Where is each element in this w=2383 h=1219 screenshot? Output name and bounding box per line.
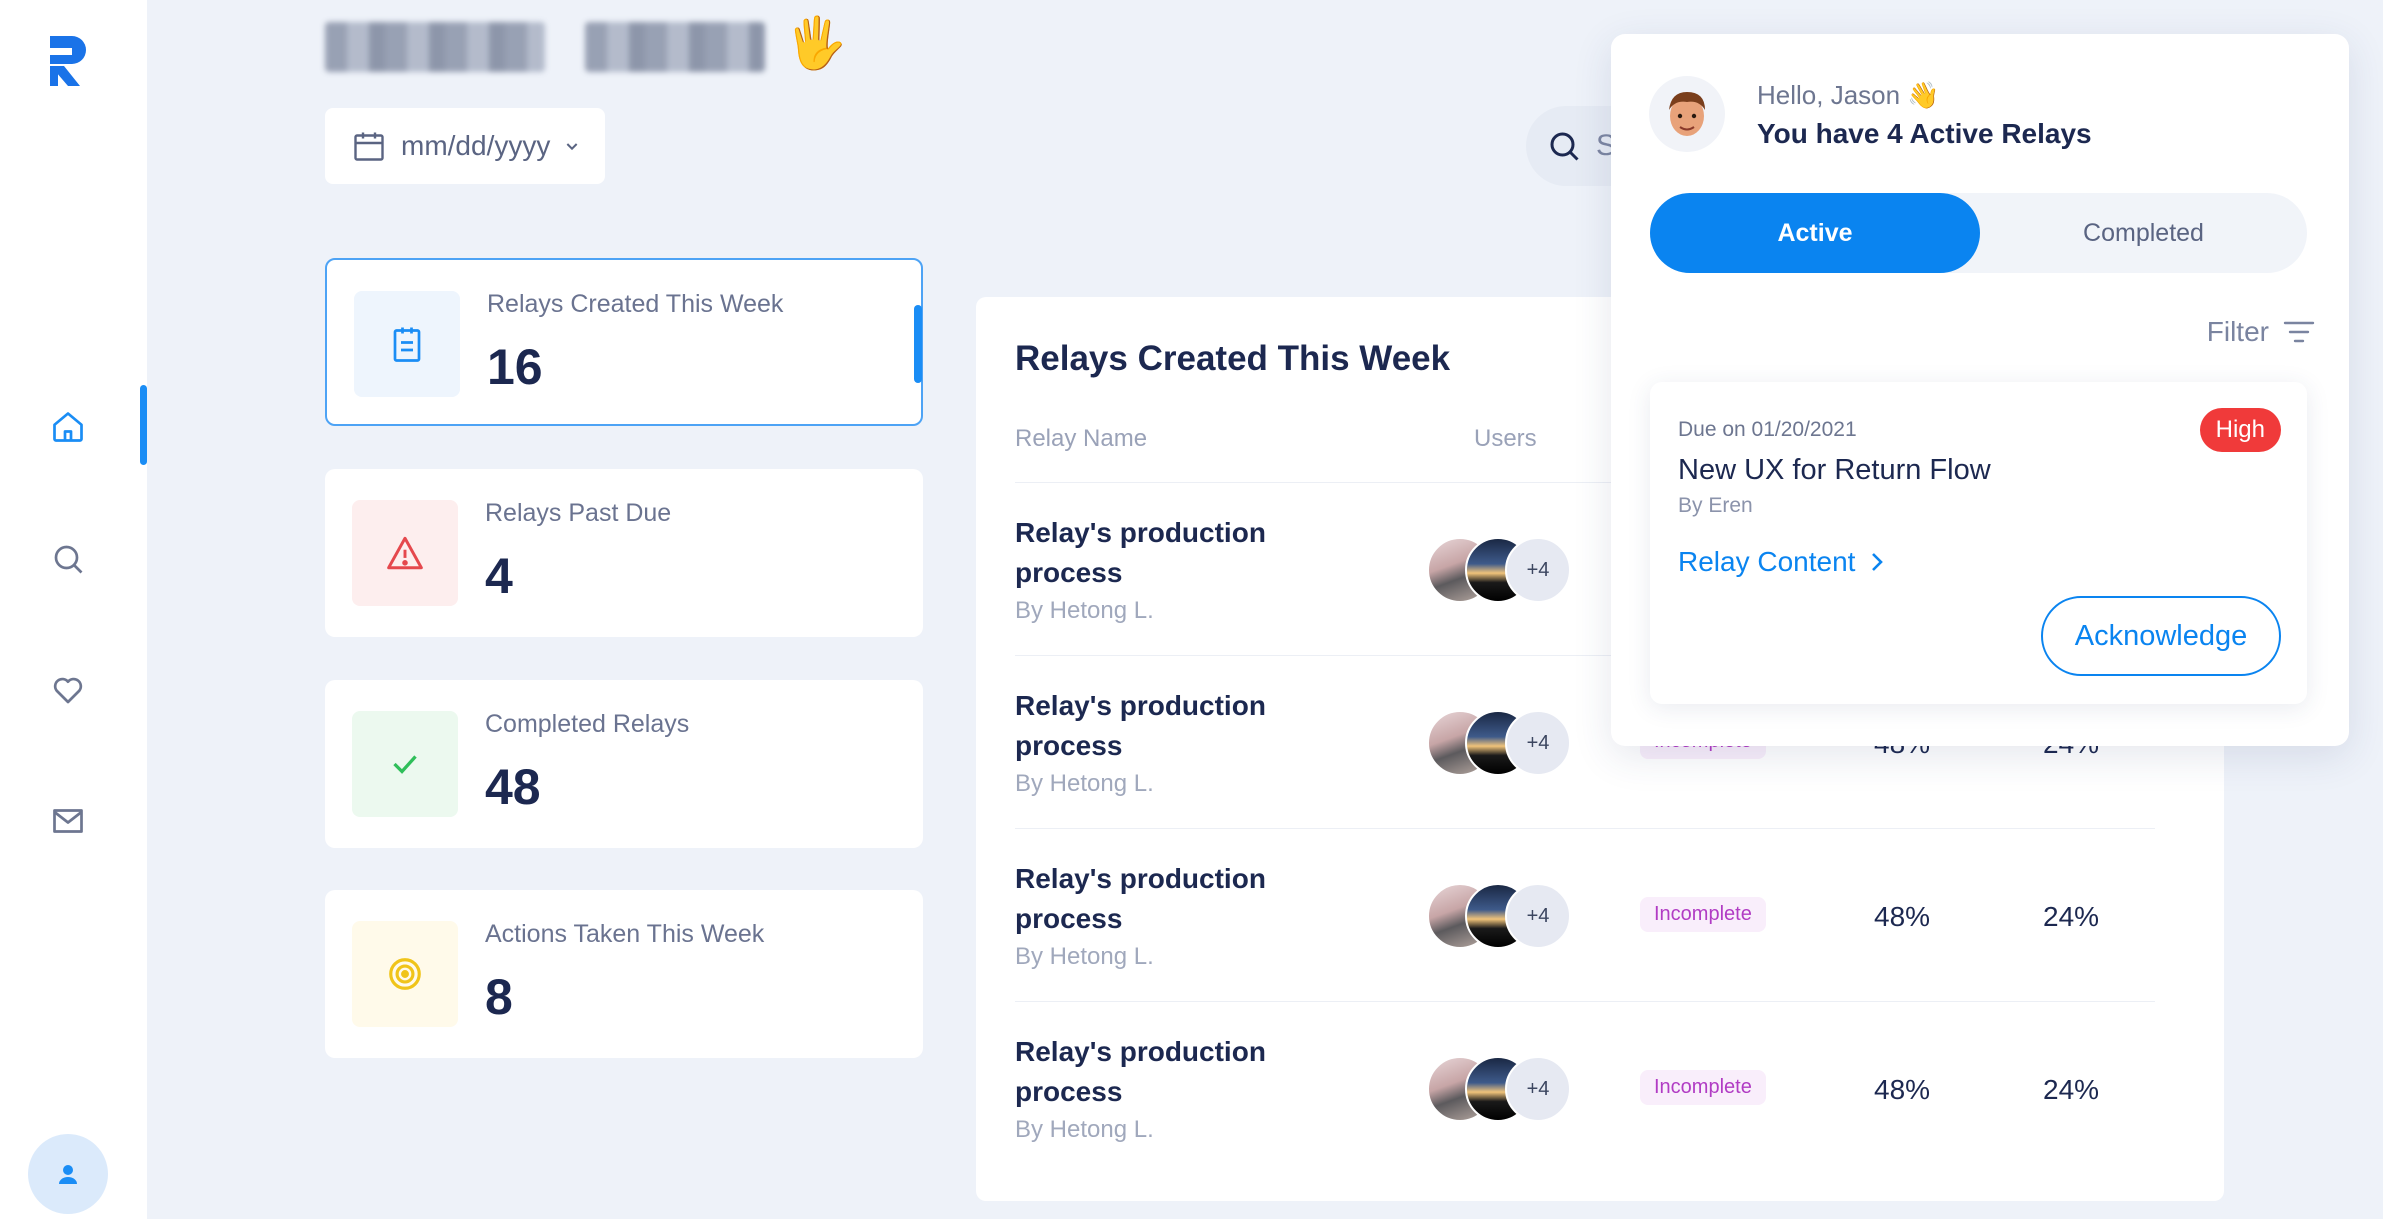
filter-icon bbox=[2283, 321, 2315, 343]
popup-subtitle: You have 4 Active Relays bbox=[1757, 118, 2092, 149]
warning-icon bbox=[387, 536, 423, 570]
relay-name[interactable]: Relay's production process bbox=[1015, 859, 1315, 939]
selected-indicator bbox=[914, 305, 922, 383]
date-placeholder: mm/dd/yyyy bbox=[401, 130, 551, 161]
heart-icon bbox=[53, 677, 83, 704]
stat-card-created[interactable]: Relays Created This Week 16 bbox=[325, 258, 923, 426]
avatar-more-count: +4 bbox=[1505, 710, 1571, 776]
relay-author: By Hetong L. bbox=[1015, 597, 1154, 624]
relay-author: By Hetong L. bbox=[1015, 1116, 1154, 1143]
memoji-avatar-icon bbox=[1669, 92, 1705, 136]
relay-author: By Hetong L. bbox=[1015, 770, 1154, 797]
stat-value: 16 bbox=[487, 339, 543, 395]
relay-author: By Hetong L. bbox=[1015, 943, 1154, 970]
relay-card: Due on 01/20/2021 High New UX for Return… bbox=[1650, 382, 2307, 704]
relay-name[interactable]: Relay's production process bbox=[1015, 686, 1315, 766]
percent-value: 24% bbox=[2043, 901, 2100, 932]
nav-search[interactable] bbox=[44, 535, 92, 583]
status-badge: Incomplete bbox=[1640, 897, 1766, 932]
greeting-blurred bbox=[325, 18, 770, 76]
relay-name[interactable]: Relay's production process bbox=[1015, 513, 1315, 593]
relay-title: New UX for Return Flow bbox=[1678, 454, 1991, 486]
percent-value: 24% bbox=[2043, 1074, 2100, 1105]
tab-completed[interactable]: Completed bbox=[1980, 193, 2307, 273]
app-logo[interactable] bbox=[46, 32, 90, 88]
relay-content-label: Relay Content bbox=[1678, 546, 1856, 577]
stat-label: Completed Relays bbox=[485, 710, 690, 738]
relay-author: By Eren bbox=[1678, 494, 1753, 517]
target-icon bbox=[389, 958, 421, 990]
user-avatars[interactable]: +4 bbox=[1427, 710, 1577, 776]
avatar-more-count: +4 bbox=[1505, 1056, 1571, 1122]
user-icon bbox=[59, 1165, 77, 1184]
stat-value: 4 bbox=[485, 548, 513, 604]
user-avatars[interactable]: +4 bbox=[1427, 883, 1577, 949]
acknowledge-button[interactable]: Acknowledge bbox=[2041, 596, 2281, 676]
check-icon bbox=[393, 755, 417, 774]
stat-icon-box bbox=[352, 500, 458, 606]
mail-icon bbox=[53, 809, 83, 833]
table-title: Relays Created This Week bbox=[1015, 339, 1451, 378]
table-row[interactable]: Relay's production process By Hetong L. … bbox=[1015, 1001, 2155, 1174]
relay-content-link[interactable]: Relay Content bbox=[1678, 546, 1885, 578]
search-icon bbox=[54, 545, 83, 574]
status-toggle: Active Completed bbox=[1650, 193, 2307, 273]
stat-value: 8 bbox=[485, 969, 513, 1025]
user-avatars[interactable]: +4 bbox=[1427, 537, 1577, 603]
status-badge: Incomplete bbox=[1640, 1070, 1766, 1105]
search-icon bbox=[1550, 132, 1579, 161]
calendar-icon bbox=[354, 132, 384, 161]
stat-icon-box bbox=[352, 921, 458, 1027]
stat-card-past-due[interactable]: Relays Past Due 4 bbox=[325, 469, 923, 637]
stat-icon-box bbox=[354, 291, 460, 397]
stat-label: Actions Taken This Week bbox=[485, 920, 765, 948]
user-profile-button[interactable] bbox=[28, 1134, 108, 1214]
stat-label: Relays Past Due bbox=[485, 499, 672, 527]
stat-card-completed[interactable]: Completed Relays 48 bbox=[325, 680, 923, 848]
stat-card-actions[interactable]: Actions Taken This Week 8 bbox=[325, 890, 923, 1058]
table-row[interactable]: Relay's production process By Hetong L. … bbox=[1015, 828, 2155, 1001]
relay-due-date: Due on 01/20/2021 bbox=[1678, 418, 1857, 441]
nav-home[interactable] bbox=[44, 403, 92, 451]
col-header-relay-name: Relay Name bbox=[1015, 425, 1148, 452]
chevron-right-icon bbox=[1872, 553, 1884, 571]
wave-emoji: 🖐 bbox=[785, 15, 848, 71]
percent-value: 48% bbox=[1874, 901, 1931, 932]
active-relays-popup: Hello, Jason 👋 You have 4 Active Relays … bbox=[1611, 34, 2349, 746]
filter-label: Filter bbox=[2206, 316, 2269, 347]
sidebar bbox=[0, 0, 147, 1219]
col-header-users: Users bbox=[1474, 425, 1537, 452]
relay-name[interactable]: Relay's production process bbox=[1015, 1032, 1315, 1112]
stat-label: Relays Created This Week bbox=[487, 290, 784, 318]
chevron-down-icon bbox=[566, 143, 578, 151]
date-picker[interactable]: mm/dd/yyyy bbox=[325, 108, 605, 184]
clipboard-icon bbox=[393, 327, 421, 362]
nav-messages[interactable] bbox=[44, 797, 92, 845]
avatar-more-count: +4 bbox=[1505, 883, 1571, 949]
nav-favorites[interactable] bbox=[44, 666, 92, 714]
avatar-more-count: +4 bbox=[1505, 537, 1571, 603]
user-avatar bbox=[1649, 76, 1725, 152]
nav-active-indicator bbox=[140, 385, 147, 465]
popup-greeting: Hello, Jason 👋 bbox=[1757, 80, 1940, 110]
percent-value: 48% bbox=[1874, 1074, 1931, 1105]
home-icon bbox=[53, 412, 83, 442]
priority-badge: High bbox=[2199, 408, 2281, 452]
user-avatars[interactable]: +4 bbox=[1427, 1056, 1577, 1122]
filter-button[interactable]: Filter bbox=[2207, 316, 2315, 348]
stat-value: 48 bbox=[485, 759, 541, 815]
stat-icon-box bbox=[352, 711, 458, 817]
tab-active[interactable]: Active bbox=[1650, 193, 1980, 273]
